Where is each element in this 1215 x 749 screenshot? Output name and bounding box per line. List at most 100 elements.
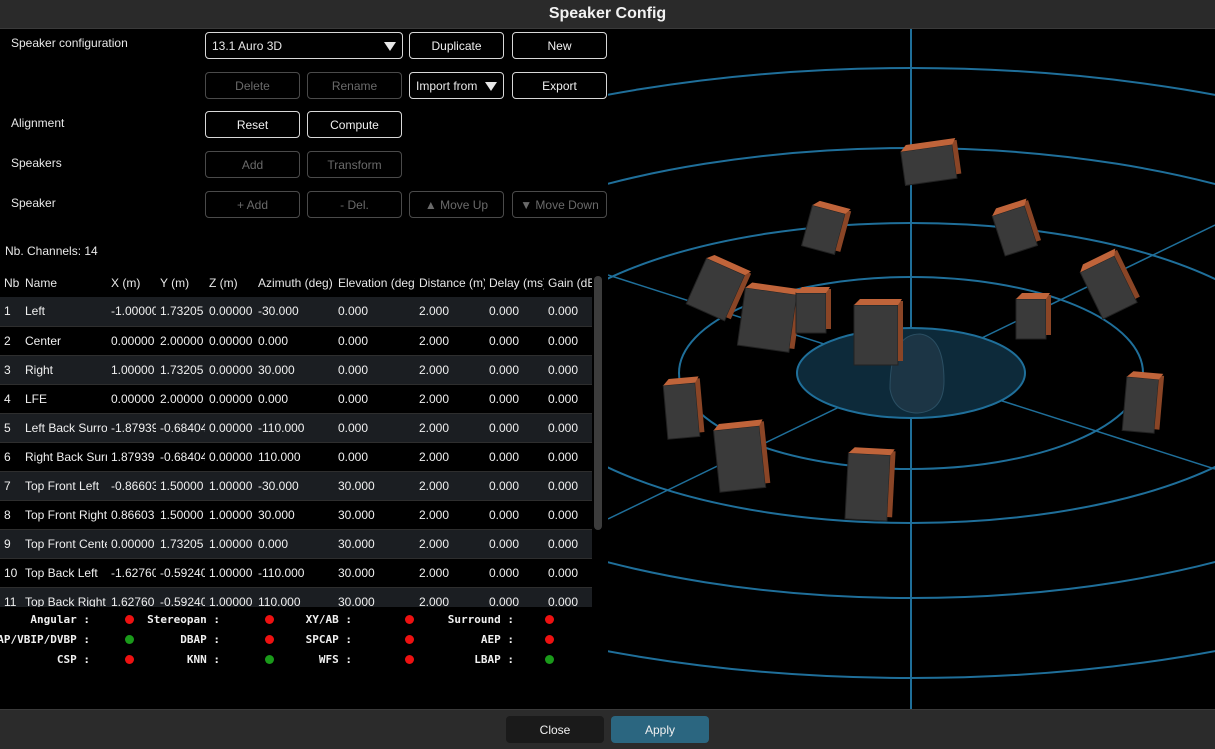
- speaker-icon[interactable]: [1121, 371, 1165, 434]
- table-row[interactable]: 1 Left -1.00000 1.73205 0.00000 -30.000 0.000 2…: [0, 297, 592, 327]
- table-cell: 1.87939: [107, 442, 156, 472]
- column-header[interactable]: Elevation (deg): [334, 269, 415, 297]
- column-header[interactable]: Azimuth (deg): [254, 269, 334, 297]
- table-cell: 2.000: [415, 413, 485, 443]
- table-cell: 2.000: [415, 471, 485, 501]
- speaker-icon[interactable]: [1015, 293, 1051, 340]
- table-cell: 2.000: [415, 442, 485, 472]
- table-row[interactable]: 4 LFE 0.00000 2.00000 0.00000 0.000 0.000 2.000…: [0, 384, 592, 414]
- speaker-icon[interactable]: [795, 287, 831, 334]
- table-cell: 0.86603: [107, 500, 156, 530]
- table-cell: Right Back Surround: [21, 442, 107, 472]
- table-cell: 2.00000: [156, 326, 205, 356]
- export-button[interactable]: Export: [512, 72, 607, 99]
- column-header[interactable]: Z (m): [205, 269, 254, 297]
- transform-button[interactable]: Transform: [307, 151, 402, 178]
- reset-button[interactable]: Reset: [205, 111, 300, 138]
- table-row[interactable]: 2 Center 0.00000 2.00000 0.00000 0.000 0.000 2.…: [0, 326, 592, 356]
- table-cell: 4: [0, 384, 21, 414]
- table-row[interactable]: 11 Top Back Right 1.62760 -0.59240 1.00000 11…: [0, 587, 592, 607]
- table-cell: 1.00000: [205, 529, 254, 559]
- status-label: SPCAP :: [305, 633, 352, 646]
- new-button[interactable]: New: [512, 32, 607, 59]
- status-indicator-dot: [125, 615, 134, 624]
- table-cell: 0.000: [485, 297, 544, 327]
- column-header[interactable]: Gain (dB): [544, 269, 592, 297]
- table-cell: 0.000: [485, 384, 544, 414]
- table-cell: 3: [0, 355, 21, 385]
- table-cell: 0.000: [485, 413, 544, 443]
- speaker-icon[interactable]: [853, 299, 903, 366]
- table-cell: 0.000: [485, 355, 544, 385]
- table-cell: 0.00000: [205, 442, 254, 472]
- move-down-button[interactable]: ▼ Move Down: [512, 191, 607, 218]
- status-label: Surround :: [447, 613, 514, 626]
- table-row[interactable]: 7 Top Front Left -0.86603 1.50000 1.00000 -30…: [0, 471, 592, 501]
- table-cell: 2.000: [415, 587, 485, 607]
- table-cell: 0.00000: [205, 413, 254, 443]
- speaker-delete-button[interactable]: - Del.: [307, 191, 402, 218]
- speaker-add-button[interactable]: + Add: [205, 191, 300, 218]
- table-cell: 1.73205: [156, 297, 205, 327]
- table-cell: 30.000: [334, 471, 415, 501]
- configuration-select[interactable]: 13.1 Auro 3D: [205, 32, 403, 59]
- table-cell: 1: [0, 297, 21, 327]
- speaker-icon[interactable]: [1078, 248, 1142, 320]
- status-label: DBAP :: [180, 633, 220, 646]
- table-row[interactable]: 10 Top Back Left -1.62760 -0.59240 1.00000 -1…: [0, 558, 592, 588]
- column-header[interactable]: Distance (m): [415, 269, 485, 297]
- status-indicator-dot: [265, 635, 274, 644]
- column-header[interactable]: Delay (ms): [485, 269, 544, 297]
- table-row[interactable]: 3 Right 1.00000 1.73205 0.00000 30.000 0.000 2.…: [0, 355, 592, 385]
- speaker-icon[interactable]: [990, 198, 1042, 257]
- table-cell: 30.000: [334, 587, 415, 607]
- table-cell: 30.000: [334, 529, 415, 559]
- speaker-icon[interactable]: [712, 419, 771, 493]
- speaker-icon[interactable]: [662, 376, 705, 440]
- table-row[interactable]: 6Right Back Surround1.87939-0.684040.000…: [0, 442, 592, 472]
- table-scrollbar[interactable]: [594, 276, 602, 530]
- move-up-button[interactable]: ▲ Move Up: [409, 191, 504, 218]
- apply-button[interactable]: Apply: [611, 716, 709, 743]
- column-header[interactable]: X (m): [107, 269, 156, 297]
- table-cell: -0.86603: [107, 471, 156, 501]
- delete-button[interactable]: Delete: [205, 72, 300, 99]
- speaker-side: [898, 301, 903, 361]
- speaker-icon[interactable]: [900, 137, 962, 186]
- table-cell: 2.000: [415, 384, 485, 414]
- table-cell: 0.000: [544, 413, 592, 443]
- speakers-add-button[interactable]: Add: [205, 151, 300, 178]
- column-header[interactable]: Y (m): [156, 269, 205, 297]
- rename-button[interactable]: Rename: [307, 72, 402, 99]
- speaker-3d-scene[interactable]: [608, 29, 1215, 709]
- status-indicator-dot: [125, 635, 134, 644]
- speaker-icon[interactable]: [844, 447, 896, 522]
- table-cell: 10: [0, 558, 21, 588]
- table-cell: 0.000: [485, 442, 544, 472]
- table-cell: 2.000: [415, 529, 485, 559]
- table-cell: Top Back Right: [21, 587, 107, 607]
- import-from-select[interactable]: Import from: [409, 72, 504, 99]
- footer-bar: Close Apply: [0, 709, 1215, 749]
- table-row[interactable]: 5Left Back Surround-1.87939-0.684040.000…: [0, 413, 592, 443]
- table-cell: -30.000: [254, 297, 334, 327]
- table-cell: 0.000: [544, 587, 592, 607]
- column-header[interactable]: Nb: [0, 269, 21, 297]
- table-row[interactable]: 8 Top Front Right 0.86603 1.50000 1.00000 30.…: [0, 500, 592, 530]
- speaker-icon[interactable]: [736, 282, 803, 353]
- table-cell: 0.00000: [205, 355, 254, 385]
- compute-button[interactable]: Compute: [307, 111, 402, 138]
- close-button[interactable]: Close: [506, 716, 604, 743]
- status-label: AEP :: [480, 633, 514, 646]
- chevron-down-icon: [384, 42, 396, 51]
- speaker-icon[interactable]: [800, 199, 852, 256]
- duplicate-button[interactable]: Duplicate: [409, 32, 504, 59]
- table-cell: 2.000: [415, 500, 485, 530]
- window-title: Speaker Config: [548, 5, 667, 22]
- table-cell: 1.00000: [205, 558, 254, 588]
- table-cell: 0.000: [334, 355, 415, 385]
- table-row[interactable]: 9 Top Front Center 0.00000 1.73205 1.00000 0.…: [0, 529, 592, 559]
- 3d-viewport[interactable]: [608, 29, 1215, 709]
- column-header[interactable]: Name: [21, 269, 107, 297]
- table-cell: Top Front Center: [21, 529, 107, 559]
